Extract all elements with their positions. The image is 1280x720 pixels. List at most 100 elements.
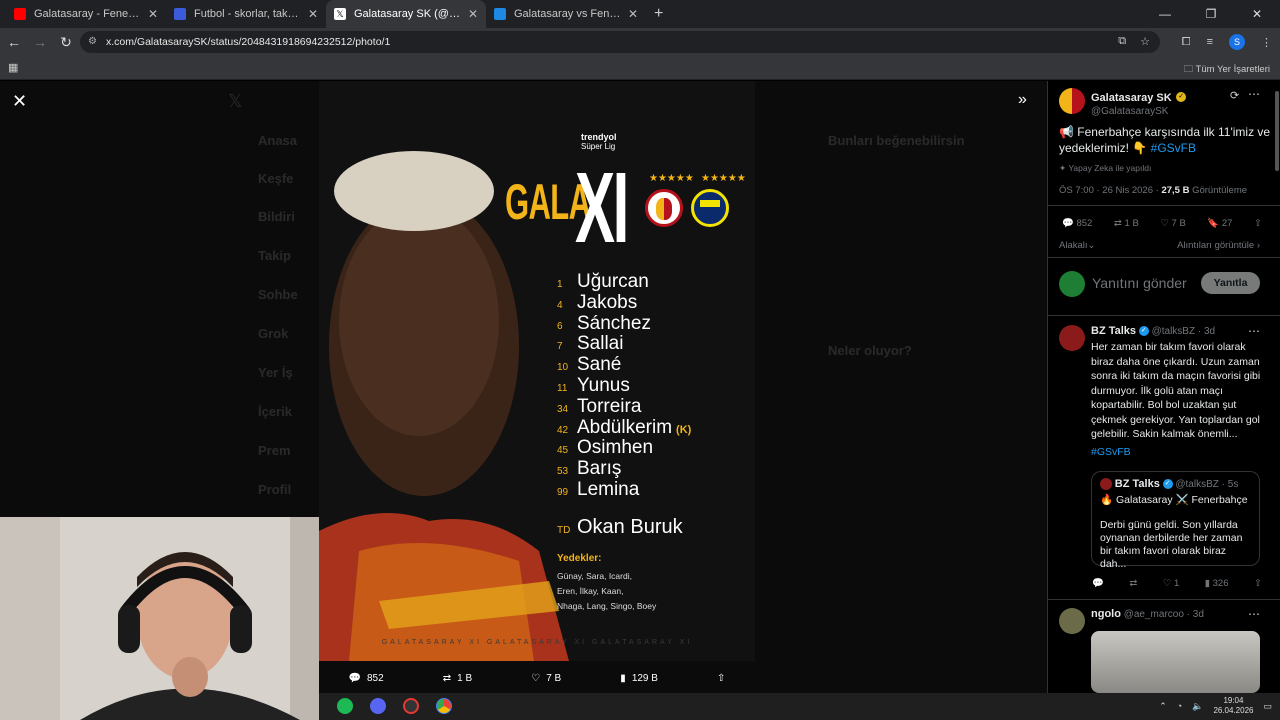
restore-icon[interactable]: ❐ <box>1188 0 1234 28</box>
expand-panel-icon[interactable]: » <box>1018 91 1027 109</box>
list-item: 10 Sané <box>557 354 622 376</box>
views-button[interactable]: ▮ 129 B <box>620 673 658 684</box>
apps-icon[interactable]: ▦ <box>8 61 18 74</box>
clock[interactable]: 19:04 26.04.2026 <box>1213 696 1253 716</box>
reload-icon[interactable]: ↻ <box>54 34 78 51</box>
repost-icon: ⇄ <box>442 672 452 684</box>
more-icon[interactable]: ⋯ <box>1248 324 1260 338</box>
discord-icon[interactable] <box>370 698 386 714</box>
site-info-icon[interactable]: ⚙ <box>88 36 97 47</box>
share-icon[interactable]: ⇧ <box>1254 578 1262 589</box>
chrome-icon[interactable] <box>436 698 452 714</box>
share-button[interactable]: ⇧ <box>717 673 725 684</box>
streamer-video <box>0 517 319 720</box>
repost-button[interactable]: ⇄ 1 B <box>443 673 472 684</box>
author-name[interactable]: Galatasaray SK <box>1091 92 1172 104</box>
more-icon[interactable]: ⋯ <box>1248 87 1260 101</box>
minimize-icon[interactable]: — <box>1142 0 1188 28</box>
reply-button[interactable]: 💬 852 <box>1062 218 1092 229</box>
obs-icon[interactable] <box>403 698 419 714</box>
repost-button[interactable]: ⇄ <box>1129 578 1137 589</box>
reply-button[interactable]: 💬 <box>1092 578 1104 589</box>
close-tab-icon[interactable]: ✕ <box>308 7 318 21</box>
list-item: 4 Jakobs <box>557 291 638 313</box>
network-icon[interactable]: ◔ <box>1177 701 1182 711</box>
nav-premium: Prem <box>258 443 291 458</box>
site-icon <box>494 8 506 20</box>
author-name[interactable]: ngolo <box>1091 608 1121 620</box>
nav-grok: Grok <box>258 326 289 341</box>
repost-button[interactable]: ⇄ 1 B <box>1114 218 1139 229</box>
menu-icon[interactable]: ⋮ <box>1261 36 1272 49</box>
nav-home: Anasa <box>258 133 298 148</box>
new-tab-button[interactable]: + <box>654 5 663 23</box>
reply-media-image[interactable] <box>1091 631 1260 693</box>
bookmark-button[interactable]: 🔖 27 <box>1207 218 1232 229</box>
spotify-icon[interactable] <box>337 698 353 714</box>
reply-button[interactable]: 💬 852 <box>349 673 384 684</box>
extensions-icon[interactable]: ⧠ <box>1182 36 1191 49</box>
nav-creator: İçerik <box>258 404 292 419</box>
avatar[interactable] <box>1059 608 1085 634</box>
close-tab-icon[interactable]: ✕ <box>148 7 158 21</box>
author-name[interactable]: BZ Talks <box>1091 325 1136 337</box>
reply-submit-button[interactable]: Yanıtla <box>1201 272 1260 294</box>
sort-dropdown[interactable]: Alakalı <box>1059 240 1088 251</box>
share-icon: ⇧ <box>717 672 726 684</box>
more-icon[interactable]: ⋯ <box>1248 607 1260 621</box>
tab-x-galatasaray[interactable]: 𝕏Galatasaray SK (@GalatasaraySK✕ <box>326 0 486 28</box>
author-handle[interactable]: @ae_marcoo · 3d <box>1124 609 1204 620</box>
chart-icon: ▮ <box>620 672 626 684</box>
avatar[interactable] <box>1059 88 1085 114</box>
install-icon[interactable]: ⧉ <box>1118 35 1126 48</box>
avatar[interactable] <box>1059 325 1085 351</box>
notification-icon[interactable]: ▭ <box>1263 701 1272 712</box>
author-handle[interactable]: @GalatasaraySK <box>1091 106 1186 117</box>
starting-eleven: 1 Uğurcan 4 Jakobs 6 Sánchez 7 Sallai 10 Sané… <box>557 271 691 500</box>
like-button[interactable]: ♡ 1 <box>1163 578 1179 589</box>
tab-match[interactable]: Galatasaray vs Fenerbahçe, 26.✕ <box>486 0 646 28</box>
forward-icon[interactable]: → <box>28 34 52 50</box>
like-button[interactable]: ♡ 7 B <box>1160 218 1185 229</box>
views-button[interactable]: ▮ 326 <box>1205 578 1229 589</box>
view-quotes-link[interactable]: Alıntıları görüntüle <box>1177 240 1254 251</box>
scrollbar[interactable] <box>1275 91 1279 171</box>
bookmark-star-icon[interactable]: ☆ <box>1140 35 1150 48</box>
list-item: 45 Osimhen <box>557 437 654 459</box>
tweet-timestamp[interactable]: ÖS 7:00 · 26 Nis 2026 · <box>1059 185 1161 196</box>
grok-icon[interactable]: ⟳ <box>1230 89 1239 102</box>
all-bookmarks-button[interactable]: 🗀 Tüm Yer İşaretleri <box>1184 62 1270 78</box>
list-item: 53 Barış <box>557 458 622 480</box>
profile-avatar[interactable]: S <box>1229 34 1245 50</box>
author-handle[interactable]: @talksBZ · 3d <box>1152 326 1216 337</box>
quoted-tweet[interactable]: BZ Talks ✓ @talksBZ · 5s 🔥 Galatasaray ⚔… <box>1091 471 1260 570</box>
hashtag-link[interactable]: #GSvFB <box>1151 141 1196 155</box>
close-icon[interactable]: ✕ <box>12 91 27 112</box>
list-item: 1 Uğurcan <box>557 271 649 292</box>
tab-youtube[interactable]: Galatasaray - Fenerbahçe | Der✕ <box>6 0 166 28</box>
reply-input[interactable]: Yanıtını gönder <box>1092 275 1187 291</box>
back-icon[interactable]: ← <box>2 34 26 50</box>
volume-icon[interactable]: 🔈 <box>1192 701 1203 712</box>
share-icon[interactable]: ⇧ <box>1254 218 1262 229</box>
tab-futbol[interactable]: Futbol - skorlar, takvim & oran✕ <box>166 0 326 28</box>
site-icon <box>174 8 186 20</box>
verified-badge-icon: ✓ <box>1176 91 1187 102</box>
close-tab-icon[interactable]: ✕ <box>628 7 638 21</box>
hashtag-link[interactable]: #GSvFB <box>1091 446 1131 458</box>
nav-following: Takip <box>258 248 291 263</box>
nav-chat: Sohbe <box>258 287 298 302</box>
close-window-icon[interactable]: ✕ <box>1234 0 1280 28</box>
poster-bottom-strip: GALATASARAY XI GALATASARAY XI GALATASARA… <box>381 639 693 646</box>
like-button[interactable]: ♡ 7 B <box>531 673 561 684</box>
captain-badge: (K) <box>676 423 692 436</box>
nav-profile: Profil <box>258 482 292 497</box>
lineup-poster: GALATASARAY XI GALATASARAY XI GALATASARA… <box>319 81 755 661</box>
address-bar[interactable]: ⚙ x.com/GalatasaraySK/status/20484319186… <box>80 31 1160 53</box>
suggestions-heading: Bunları beğenebilirsin <box>828 133 965 148</box>
ai-note: ✦ Yapay Zeka ile yapıldı <box>1059 163 1152 173</box>
close-tab-icon[interactable]: ✕ <box>468 7 478 21</box>
list-item: 6 Sánchez <box>557 312 651 334</box>
chevron-up-icon[interactable]: ⌃ <box>1159 701 1167 712</box>
media-icon[interactable]: ≡ <box>1207 36 1213 48</box>
